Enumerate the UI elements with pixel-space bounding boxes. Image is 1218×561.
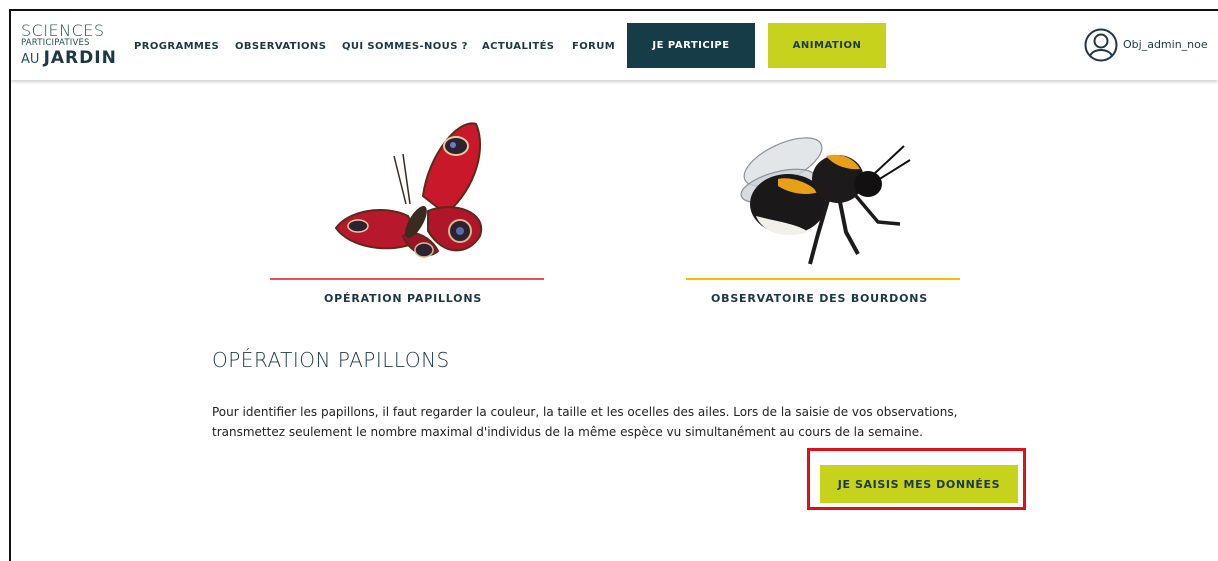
logo-line-jardin: AU JARDIN <box>21 48 117 68</box>
bumblebee-illustration-icon <box>740 137 911 265</box>
logo-line-participatives: PARTICIPATIVES <box>21 38 90 48</box>
je-participe-button[interactable]: JE PARTICIPE <box>627 23 755 68</box>
section-description: Pour identifier les papillons, il faut r… <box>212 405 958 439</box>
animation-button[interactable]: ANIMATION <box>768 23 886 68</box>
program-card-bourdons[interactable]: OBSERVATOIRE DES BOURDONS <box>686 110 960 315</box>
username-label[interactable]: Obj_admin_noe <box>1123 38 1208 51</box>
logo-jardin: JARDIN <box>43 48 117 68</box>
section-title: OPÉRATION PAPILLONS <box>212 348 450 372</box>
screenshot-frame <box>9 9 1218 561</box>
bourdons-accent-line <box>686 278 960 280</box>
top-navigation-bar: SCIENCES PARTICIPATIVES AU JARDIN PROGRA… <box>11 11 1218 80</box>
je-saisis-mes-donnees-button[interactable]: JE SAISIS MES DONNÉES <box>820 465 1018 503</box>
butterfly-illustration-icon <box>334 122 483 258</box>
nav-forum[interactable]: FORUM <box>572 41 615 52</box>
program-card-papillons[interactable]: OPÉRATION PAPILLONS <box>270 110 544 315</box>
logo-au: AU <box>21 52 40 67</box>
nav-qui-sommes-nous[interactable]: QUI SOMMES-NOUS ? <box>342 41 468 52</box>
papillons-card-label: OPÉRATION PAPILLONS <box>324 292 483 305</box>
user-avatar-icon[interactable] <box>1084 28 1118 62</box>
papillons-accent-line <box>270 278 544 280</box>
bourdons-card-label: OBSERVATOIRE DES BOURDONS <box>711 292 928 305</box>
nav-observations[interactable]: OBSERVATIONS <box>235 41 326 52</box>
nav-programmes[interactable]: PROGRAMMES <box>134 41 219 52</box>
nav-actualites[interactable]: ACTUALITÉS <box>482 41 554 52</box>
site-logo[interactable]: SCIENCES PARTICIPATIVES AU JARDIN <box>21 21 121 71</box>
